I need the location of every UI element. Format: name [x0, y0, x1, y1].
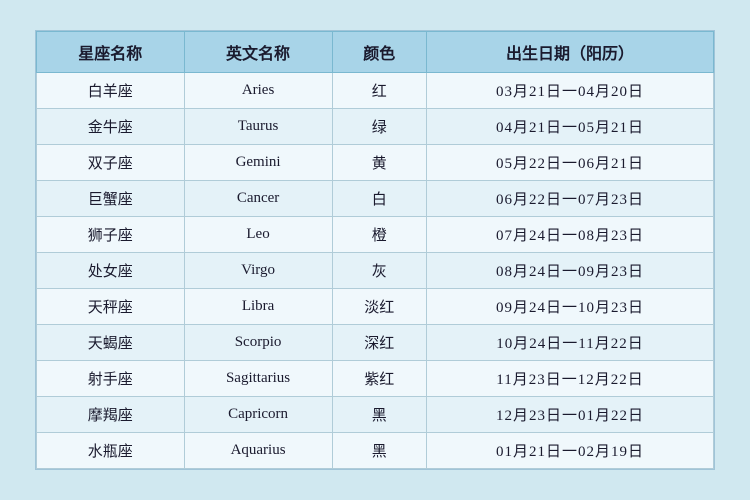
- table-row: 天蝎座Scorpio深红10月24日一11月22日: [37, 325, 714, 361]
- cell-chinese-name: 水瓶座: [37, 433, 185, 469]
- table-row: 天秤座Libra淡红09月24日一10月23日: [37, 289, 714, 325]
- cell-chinese-name: 巨蟹座: [37, 181, 185, 217]
- cell-english-name: Scorpio: [184, 325, 332, 361]
- cell-chinese-name: 双子座: [37, 145, 185, 181]
- cell-dates: 10月24日一11月22日: [427, 325, 714, 361]
- cell-english-name: Cancer: [184, 181, 332, 217]
- cell-english-name: Gemini: [184, 145, 332, 181]
- cell-english-name: Aries: [184, 73, 332, 109]
- cell-color: 黑: [332, 397, 427, 433]
- cell-english-name: Sagittarius: [184, 361, 332, 397]
- cell-chinese-name: 摩羯座: [37, 397, 185, 433]
- table-row: 水瓶座Aquarius黑01月21日一02月19日: [37, 433, 714, 469]
- cell-chinese-name: 金牛座: [37, 109, 185, 145]
- cell-dates: 05月22日一06月21日: [427, 145, 714, 181]
- zodiac-table-container: 星座名称 英文名称 颜色 出生日期（阳历） 白羊座Aries红03月21日一04…: [35, 30, 715, 470]
- cell-dates: 09月24日一10月23日: [427, 289, 714, 325]
- cell-color: 深红: [332, 325, 427, 361]
- cell-dates: 07月24日一08月23日: [427, 217, 714, 253]
- cell-dates: 11月23日一12月22日: [427, 361, 714, 397]
- cell-chinese-name: 射手座: [37, 361, 185, 397]
- cell-color: 绿: [332, 109, 427, 145]
- cell-english-name: Libra: [184, 289, 332, 325]
- table-row: 金牛座Taurus绿04月21日一05月21日: [37, 109, 714, 145]
- cell-color: 黑: [332, 433, 427, 469]
- table-row: 双子座Gemini黄05月22日一06月21日: [37, 145, 714, 181]
- cell-color: 红: [332, 73, 427, 109]
- cell-dates: 04月21日一05月21日: [427, 109, 714, 145]
- cell-english-name: Virgo: [184, 253, 332, 289]
- table-row: 处女座Virgo灰08月24日一09月23日: [37, 253, 714, 289]
- cell-chinese-name: 处女座: [37, 253, 185, 289]
- cell-color: 淡红: [332, 289, 427, 325]
- table-header-row: 星座名称 英文名称 颜色 出生日期（阳历）: [37, 32, 714, 73]
- cell-chinese-name: 白羊座: [37, 73, 185, 109]
- cell-english-name: Taurus: [184, 109, 332, 145]
- table-row: 射手座Sagittarius紫红11月23日一12月22日: [37, 361, 714, 397]
- cell-color: 紫红: [332, 361, 427, 397]
- header-birth-date: 出生日期（阳历）: [427, 32, 714, 73]
- cell-dates: 06月22日一07月23日: [427, 181, 714, 217]
- cell-chinese-name: 天蝎座: [37, 325, 185, 361]
- header-color: 颜色: [332, 32, 427, 73]
- cell-dates: 08月24日一09月23日: [427, 253, 714, 289]
- cell-color: 灰: [332, 253, 427, 289]
- table-body: 白羊座Aries红03月21日一04月20日金牛座Taurus绿04月21日一0…: [37, 73, 714, 469]
- cell-dates: 03月21日一04月20日: [427, 73, 714, 109]
- header-english-name: 英文名称: [184, 32, 332, 73]
- cell-color: 黄: [332, 145, 427, 181]
- cell-english-name: Aquarius: [184, 433, 332, 469]
- cell-english-name: Leo: [184, 217, 332, 253]
- cell-color: 橙: [332, 217, 427, 253]
- table-row: 白羊座Aries红03月21日一04月20日: [37, 73, 714, 109]
- cell-dates: 01月21日一02月19日: [427, 433, 714, 469]
- zodiac-table: 星座名称 英文名称 颜色 出生日期（阳历） 白羊座Aries红03月21日一04…: [36, 31, 714, 469]
- table-row: 摩羯座Capricorn黑12月23日一01月22日: [37, 397, 714, 433]
- table-row: 狮子座Leo橙07月24日一08月23日: [37, 217, 714, 253]
- cell-color: 白: [332, 181, 427, 217]
- cell-english-name: Capricorn: [184, 397, 332, 433]
- cell-chinese-name: 狮子座: [37, 217, 185, 253]
- header-chinese-name: 星座名称: [37, 32, 185, 73]
- cell-dates: 12月23日一01月22日: [427, 397, 714, 433]
- table-row: 巨蟹座Cancer白06月22日一07月23日: [37, 181, 714, 217]
- cell-chinese-name: 天秤座: [37, 289, 185, 325]
